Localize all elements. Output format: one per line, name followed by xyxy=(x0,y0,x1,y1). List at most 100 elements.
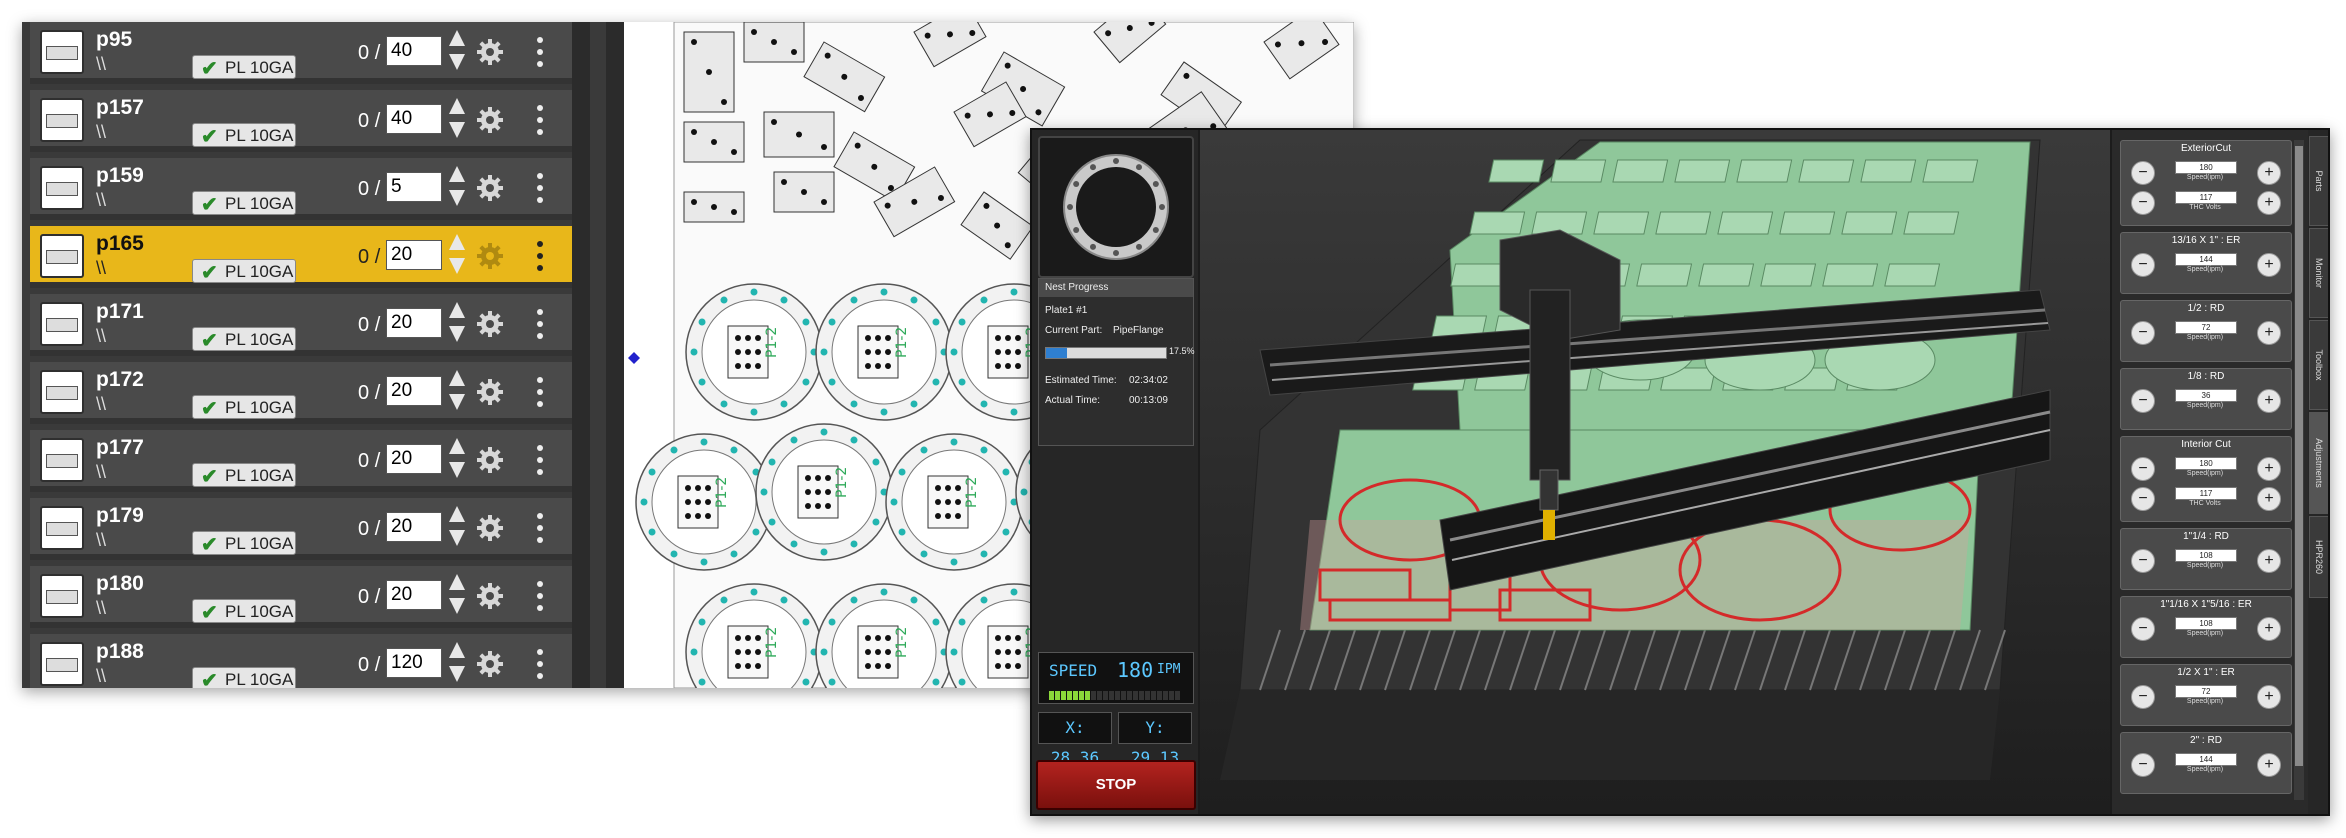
increase-button[interactable]: + xyxy=(2257,457,2281,481)
adjustment-value[interactable]: 72 xyxy=(2175,685,2237,698)
material-button[interactable]: ✔ PL 10GA xyxy=(192,531,296,556)
increase-button[interactable]: + xyxy=(2257,753,2281,777)
list-splitter[interactable] xyxy=(572,22,624,688)
side-tab-adjustments[interactable]: Adjustments xyxy=(2309,412,2328,514)
more-options-icon[interactable] xyxy=(536,240,544,272)
quantity-stepper-icon[interactable] xyxy=(448,368,466,412)
adjustments-scroll-thumb[interactable] xyxy=(2295,146,2303,766)
adjustment-value[interactable]: 144 xyxy=(2175,253,2237,266)
quantity-input[interactable] xyxy=(386,308,442,338)
quantity-stepper-icon[interactable] xyxy=(448,164,466,208)
more-options-icon[interactable] xyxy=(536,512,544,544)
quantity-input[interactable] xyxy=(386,36,442,66)
increase-button[interactable]: + xyxy=(2257,617,2281,641)
part-row[interactable]: p171 \\ ✔ PL 10GA 0 / xyxy=(30,294,572,356)
decrease-button[interactable]: − xyxy=(2131,321,2155,345)
increase-button[interactable]: + xyxy=(2257,685,2281,709)
more-options-icon[interactable] xyxy=(536,36,544,68)
more-options-icon[interactable] xyxy=(536,648,544,680)
material-button[interactable]: ✔ PL 10GA xyxy=(192,463,296,488)
decrease-button[interactable]: − xyxy=(2131,253,2155,277)
more-options-icon[interactable] xyxy=(536,172,544,204)
more-options-icon[interactable] xyxy=(536,308,544,340)
part-row[interactable]: p165 \\ ✔ PL 10GA 0 / xyxy=(30,226,572,288)
gear-icon[interactable] xyxy=(476,242,504,270)
part-row[interactable]: p157 \\ ✔ PL 10GA 0 / xyxy=(30,90,572,152)
increase-button[interactable]: + xyxy=(2257,253,2281,277)
quantity-stepper-icon[interactable] xyxy=(448,232,466,276)
more-options-icon[interactable] xyxy=(536,580,544,612)
adjustment-value[interactable]: 36 xyxy=(2175,389,2237,402)
side-tab-monitor[interactable]: Monitor xyxy=(2309,228,2328,318)
decrease-button[interactable]: − xyxy=(2131,487,2155,511)
decrease-button[interactable]: − xyxy=(2131,389,2155,413)
decrease-button[interactable]: − xyxy=(2131,191,2155,215)
quantity-input[interactable] xyxy=(386,648,442,678)
gear-icon[interactable] xyxy=(476,446,504,474)
more-options-icon[interactable] xyxy=(536,444,544,476)
part-row[interactable]: p159 \\ ✔ PL 10GA 0 / xyxy=(30,158,572,220)
gear-icon[interactable] xyxy=(476,310,504,338)
decrease-button[interactable]: − xyxy=(2131,549,2155,573)
gear-icon[interactable] xyxy=(476,650,504,678)
quantity-stepper-icon[interactable] xyxy=(448,96,466,140)
splitter-bar[interactable] xyxy=(590,22,606,688)
quantity-stepper-icon[interactable] xyxy=(448,572,466,616)
part-row[interactable]: p95 \\ ✔ PL 10GA 0 / xyxy=(30,22,572,84)
quantity-input[interactable] xyxy=(386,376,442,406)
decrease-button[interactable]: − xyxy=(2131,685,2155,709)
more-options-icon[interactable] xyxy=(536,376,544,408)
quantity-input[interactable] xyxy=(386,172,442,202)
increase-button[interactable]: + xyxy=(2257,161,2281,185)
decrease-button[interactable]: − xyxy=(2131,457,2155,481)
adjustments-scrollbar[interactable] xyxy=(2294,140,2304,800)
quantity-stepper-icon[interactable] xyxy=(448,300,466,344)
gear-icon[interactable] xyxy=(476,174,504,202)
gear-icon[interactable] xyxy=(476,106,504,134)
material-button[interactable]: ✔ PL 10GA xyxy=(192,395,296,420)
material-button[interactable]: ✔ PL 10GA xyxy=(192,55,296,80)
quantity-input[interactable] xyxy=(386,104,442,134)
part-row[interactable]: p180 \\ ✔ PL 10GA 0 / xyxy=(30,566,572,628)
quantity-stepper-icon[interactable] xyxy=(448,504,466,548)
increase-button[interactable]: + xyxy=(2257,549,2281,573)
material-button[interactable]: ✔ PL 10GA xyxy=(192,599,296,624)
material-button[interactable]: ✔ PL 10GA xyxy=(192,123,296,148)
increase-button[interactable]: + xyxy=(2257,191,2281,215)
gear-icon[interactable] xyxy=(476,378,504,406)
adjustment-value[interactable]: 144 xyxy=(2175,753,2237,766)
adjustment-value[interactable]: 108 xyxy=(2175,549,2237,562)
adjustment-value[interactable]: 180 xyxy=(2175,161,2237,174)
decrease-button[interactable]: − xyxy=(2131,617,2155,641)
quantity-input[interactable] xyxy=(386,580,442,610)
part-row[interactable]: p177 \\ ✔ PL 10GA 0 / xyxy=(30,430,572,492)
adjustment-value[interactable]: 180 xyxy=(2175,457,2237,470)
quantity-input[interactable] xyxy=(386,512,442,542)
side-tab-toolbox[interactable]: Toolbox xyxy=(2309,320,2328,410)
adjustment-value[interactable]: 117 xyxy=(2175,487,2237,500)
increase-button[interactable]: + xyxy=(2257,487,2281,511)
increase-button[interactable]: + xyxy=(2257,321,2281,345)
material-button[interactable]: ✔ PL 10GA xyxy=(192,667,296,688)
quantity-stepper-icon[interactable] xyxy=(448,640,466,684)
stop-button[interactable]: STOP xyxy=(1036,760,1196,810)
increase-button[interactable]: + xyxy=(2257,389,2281,413)
decrease-button[interactable]: − xyxy=(2131,753,2155,777)
side-tab-parts[interactable]: Parts xyxy=(2309,136,2328,226)
adjustment-value[interactable]: 72 xyxy=(2175,321,2237,334)
more-options-icon[interactable] xyxy=(536,104,544,136)
quantity-stepper-icon[interactable] xyxy=(448,436,466,480)
adjustment-value[interactable]: 108 xyxy=(2175,617,2237,630)
part-row[interactable]: p188 \\ ✔ PL 10GA 0 / xyxy=(30,634,572,688)
quantity-input[interactable] xyxy=(386,444,442,474)
material-button[interactable]: ✔ PL 10GA xyxy=(192,327,296,352)
material-button[interactable]: ✔ PL 10GA xyxy=(192,259,296,284)
quantity-stepper-icon[interactable] xyxy=(448,28,466,72)
side-tab-hpr260[interactable]: HPR260 xyxy=(2309,516,2328,598)
gear-icon[interactable] xyxy=(476,38,504,66)
part-row[interactable]: p179 \\ ✔ PL 10GA 0 / xyxy=(30,498,572,560)
material-button[interactable]: ✔ PL 10GA xyxy=(192,191,296,216)
machine-3d-viewport[interactable] xyxy=(1200,130,2110,814)
decrease-button[interactable]: − xyxy=(2131,161,2155,185)
gear-icon[interactable] xyxy=(476,514,504,542)
